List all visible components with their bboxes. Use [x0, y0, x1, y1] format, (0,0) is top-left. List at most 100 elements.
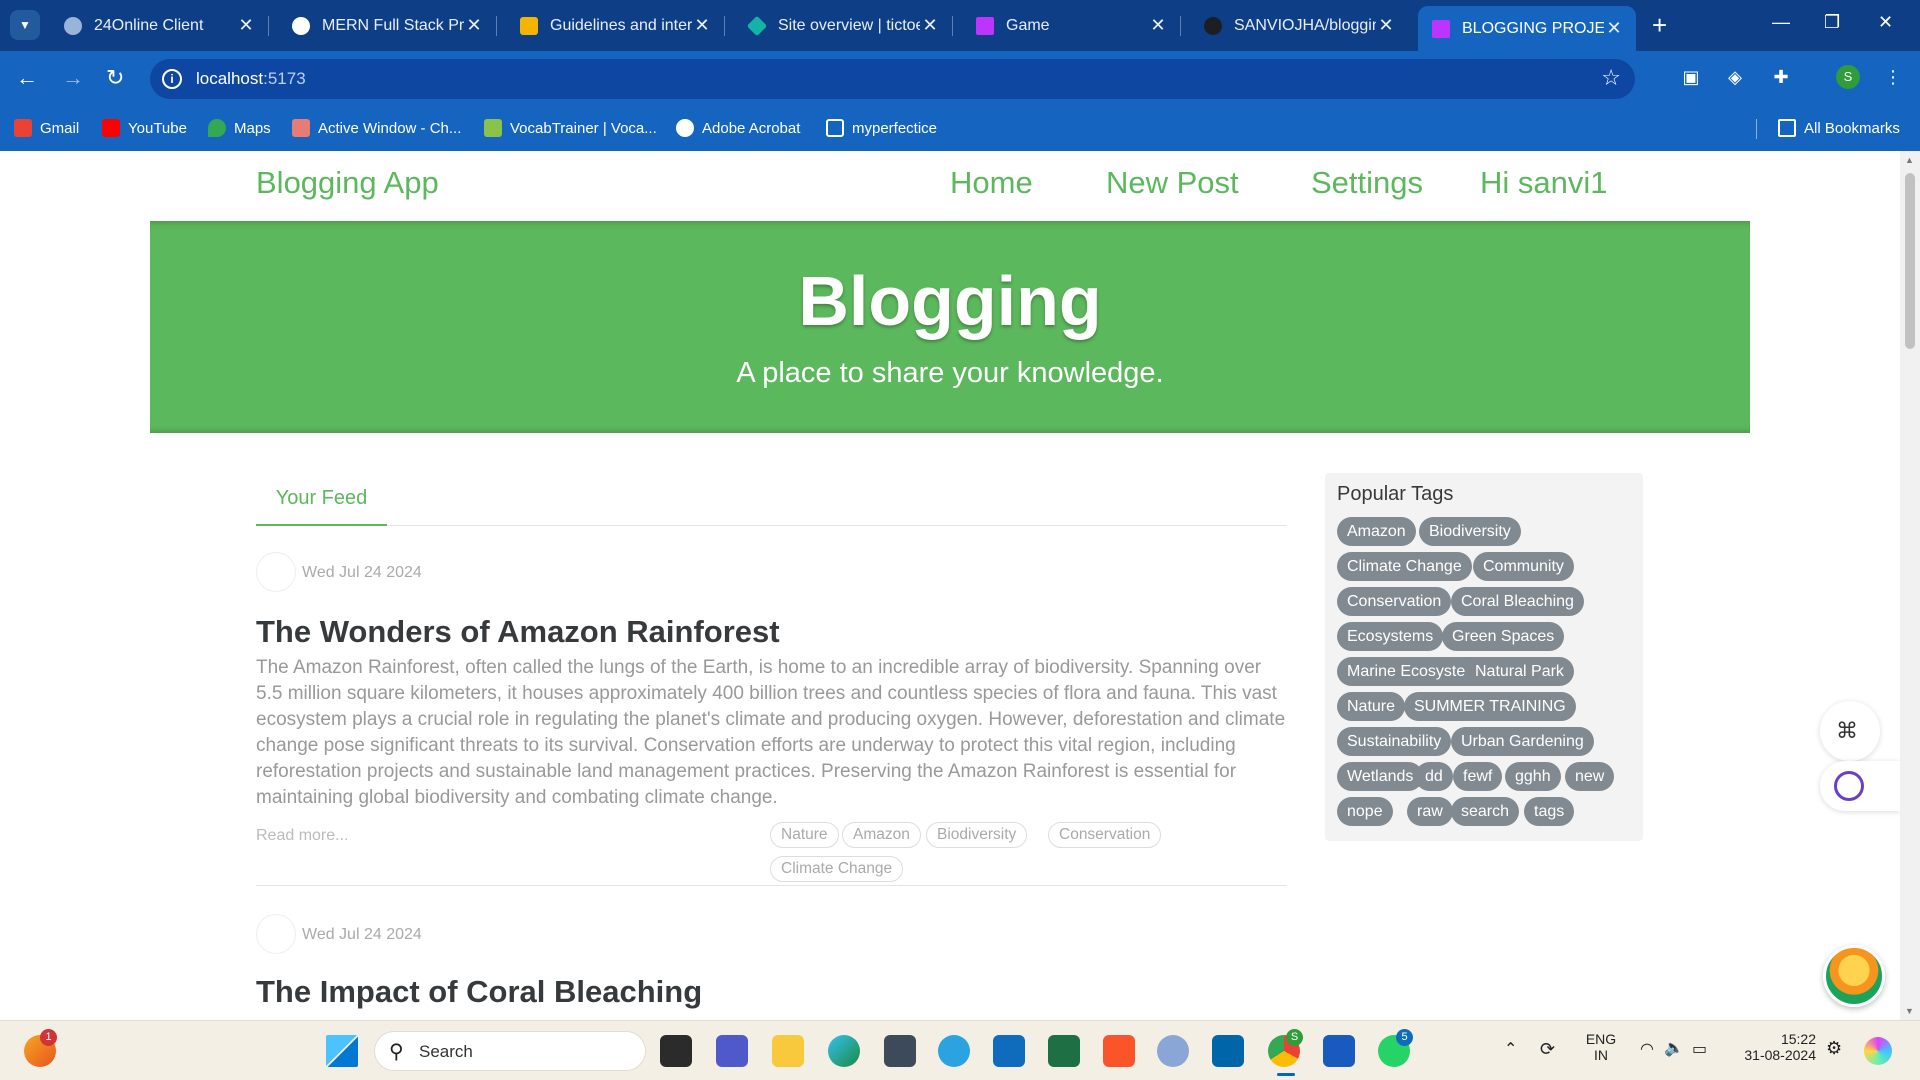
- popular-tag[interactable]: nope: [1337, 797, 1393, 826]
- bookmark-myperfectice[interactable]: myperfectice: [826, 119, 937, 137]
- read-more-link[interactable]: Read more...: [256, 827, 348, 845]
- scrollbar-thumb[interactable]: [1905, 173, 1915, 349]
- nav-new-post[interactable]: New Post: [1106, 165, 1239, 201]
- extension-folder-icon[interactable]: ◈: [1724, 67, 1746, 89]
- close-icon[interactable]: ✕: [920, 15, 940, 36]
- popular-tag[interactable]: Natural Park: [1465, 657, 1574, 686]
- nav-home[interactable]: Home: [950, 165, 1033, 201]
- popular-tag[interactable]: Climate Change: [1337, 552, 1472, 581]
- popular-tag[interactable]: Nature: [1337, 692, 1406, 721]
- language-indicator[interactable]: ENG IN: [1584, 1031, 1618, 1063]
- extensions-puzzle-icon[interactable]: ✚: [1770, 67, 1792, 89]
- popular-tag[interactable]: Conservation: [1337, 587, 1452, 616]
- window-close-icon[interactable]: ✕: [1878, 12, 1893, 33]
- article-tag[interactable]: Nature: [770, 822, 839, 848]
- tab-24online[interactable]: 24Online Client ✕: [50, 8, 269, 43]
- site-info-icon[interactable]: i: [162, 69, 182, 89]
- volume-icon[interactable]: 🔈: [1664, 1038, 1684, 1058]
- tab-blogging-project[interactable]: BLOGGING PROJECT ✕: [1418, 6, 1636, 51]
- app-hexagon-icon[interactable]: [884, 1035, 916, 1067]
- bookmark-maps[interactable]: Maps: [208, 119, 271, 137]
- url-text[interactable]: localhost:5173: [196, 69, 306, 89]
- popular-tag[interactable]: Community: [1473, 552, 1574, 581]
- popular-tag[interactable]: raw: [1407, 797, 1453, 826]
- tab-github[interactable]: SANVIOJHA/bloggin ✕: [1190, 8, 1408, 43]
- tab-your-feed[interactable]: Your Feed: [256, 473, 387, 526]
- popular-tag[interactable]: tags: [1524, 797, 1575, 826]
- popular-tag[interactable]: Biodiversity: [1419, 517, 1521, 546]
- close-icon[interactable]: ✕: [1148, 15, 1168, 36]
- article-title[interactable]: The Wonders of Amazon Rainforest: [256, 614, 780, 650]
- brave-icon[interactable]: [1103, 1035, 1135, 1067]
- article-tag[interactable]: Conservation: [1048, 822, 1162, 848]
- close-icon[interactable]: ✕: [236, 15, 256, 36]
- popular-tag[interactable]: SUMMER TRAINING: [1404, 692, 1576, 721]
- tab-game[interactable]: Game ✕: [962, 8, 1181, 43]
- popular-tag[interactable]: fewf: [1453, 762, 1503, 791]
- popular-tag[interactable]: new: [1565, 762, 1615, 791]
- address-bar[interactable]: i localhost:5173 ☆: [150, 59, 1635, 99]
- tab-guidelines[interactable]: Guidelines and interf ✕: [506, 8, 725, 43]
- sync-icon[interactable]: ⟳: [1540, 1039, 1555, 1060]
- new-tab-button[interactable]: +: [1652, 10, 1667, 40]
- floating-assistant-button[interactable]: [1820, 761, 1900, 811]
- windows-start-icon[interactable]: [326, 1035, 358, 1067]
- page-scrollbar[interactable]: ▲ ▼: [1900, 151, 1920, 1020]
- nav-user-profile[interactable]: Hi sanvi1: [1480, 165, 1608, 201]
- popular-tag[interactable]: Green Spaces: [1442, 622, 1565, 651]
- copilot-icon[interactable]: [1864, 1037, 1892, 1065]
- popular-tag[interactable]: dd: [1415, 762, 1453, 791]
- popular-tag[interactable]: Coral Bleaching: [1451, 587, 1584, 616]
- profile-avatar[interactable]: S: [1836, 65, 1860, 89]
- floating-extension-widget[interactable]: [1823, 945, 1885, 1007]
- popular-tag[interactable]: search: [1451, 797, 1520, 826]
- article-tag[interactable]: Amazon: [842, 822, 921, 848]
- battery-icon[interactable]: ▭: [1692, 1039, 1707, 1059]
- bookmark-vocabtrainer[interactable]: VocabTrainer | Voca...: [484, 119, 657, 137]
- popular-tag[interactable]: Amazon: [1337, 517, 1416, 546]
- restore-icon[interactable]: ❐: [1824, 12, 1840, 33]
- popular-tag[interactable]: Urban Gardening: [1451, 727, 1594, 756]
- vscode-icon[interactable]: [1212, 1035, 1244, 1067]
- edge-icon[interactable]: [828, 1035, 860, 1067]
- bookmark-star-icon[interactable]: ☆: [1601, 65, 1621, 91]
- close-icon[interactable]: ✕: [692, 15, 712, 36]
- menu-kebab-icon[interactable]: ⋮: [1882, 67, 1904, 89]
- tab-mern[interactable]: MERN Full Stack Proj ✕: [278, 8, 497, 43]
- all-bookmarks[interactable]: All Bookmarks: [1778, 119, 1900, 137]
- telegram-icon[interactable]: [938, 1035, 970, 1067]
- r-icon[interactable]: [1157, 1035, 1189, 1067]
- author-avatar[interactable]: [256, 552, 296, 592]
- tab-groups-icon[interactable]: ▣: [1680, 67, 1702, 89]
- word-icon[interactable]: [1323, 1035, 1355, 1067]
- back-arrow-icon[interactable]: ←: [16, 65, 38, 91]
- excel-icon[interactable]: [1048, 1035, 1080, 1067]
- scroll-up-icon[interactable]: ▲: [1905, 155, 1914, 165]
- notification-bell-icon[interactable]: ⚙: [1826, 1038, 1842, 1059]
- wifi-icon[interactable]: ◠: [1640, 1039, 1654, 1059]
- chevron-up-icon[interactable]: ⌃: [1504, 1039, 1517, 1059]
- brand-logo[interactable]: Blogging App: [256, 165, 439, 201]
- bookmark-active-window[interactable]: Active Window - Ch...: [292, 119, 461, 137]
- teams-icon[interactable]: [716, 1035, 748, 1067]
- taskbar-search-box[interactable]: ⚲ Search: [374, 1031, 646, 1071]
- close-icon[interactable]: ✕: [1376, 15, 1396, 36]
- tab-site-overview[interactable]: Site overview | tictoe ✕: [734, 8, 953, 43]
- bookmark-adobe-acrobat[interactable]: Adobe Acrobat: [676, 119, 800, 137]
- nav-settings[interactable]: Settings: [1311, 165, 1423, 201]
- close-icon[interactable]: ✕: [464, 15, 484, 36]
- author-avatar[interactable]: [256, 914, 296, 954]
- bookmark-gmail[interactable]: Gmail: [14, 119, 79, 137]
- article-tag[interactable]: Biodiversity: [926, 822, 1028, 848]
- outlook-icon[interactable]: [993, 1035, 1025, 1067]
- forward-arrow-icon[interactable]: →: [62, 65, 84, 91]
- clock[interactable]: 15:22 31-08-2024: [1732, 1031, 1816, 1063]
- popular-tag[interactable]: Sustainability: [1337, 727, 1452, 756]
- bookmark-youtube[interactable]: YouTube: [102, 119, 187, 137]
- reload-icon[interactable]: ↻: [106, 65, 124, 91]
- popular-tag[interactable]: gghh: [1505, 762, 1561, 791]
- minimize-icon[interactable]: —: [1772, 12, 1790, 33]
- article-tag[interactable]: Climate Change: [770, 856, 904, 882]
- close-icon[interactable]: ✕: [1604, 18, 1624, 39]
- popular-tag[interactable]: Ecosystems: [1337, 622, 1444, 651]
